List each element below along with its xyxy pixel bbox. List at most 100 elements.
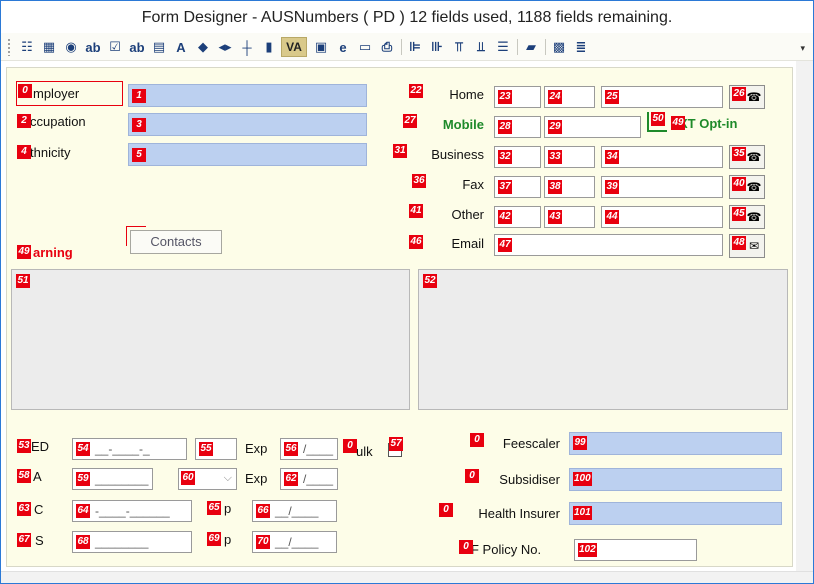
- button-icon[interactable]: ▭: [355, 37, 375, 57]
- warning-label[interactable]: 49 arning: [17, 245, 97, 263]
- toolbar-grip[interactable]: [7, 38, 11, 56]
- label-icon[interactable]: ab: [127, 37, 147, 57]
- tab-order-icon[interactable]: ☰: [493, 37, 513, 57]
- vertical-scrollbar[interactable]: [796, 61, 813, 571]
- other-number-field[interactable]: 43: [544, 206, 595, 228]
- business-phone-label[interactable]: Business: [427, 147, 484, 162]
- home-dial-button[interactable]: 26 ☎: [729, 85, 765, 109]
- shapes-icon[interactable]: ◆: [193, 37, 213, 57]
- home-number-field[interactable]: 24: [544, 86, 595, 108]
- fax-area-code-field[interactable]: 37: [494, 176, 541, 198]
- font-icon[interactable]: A: [171, 37, 191, 57]
- phone-dial-icon: ☎: [746, 210, 762, 224]
- ed-exp-label[interactable]: Exp: [245, 441, 267, 456]
- home-phone-label[interactable]: Home: [427, 87, 484, 102]
- hs-expiry-label[interactable]: 69 p: [207, 532, 231, 547]
- hc-number-field[interactable]: 64 -____-______: [72, 500, 192, 522]
- ed-label[interactable]: 53 ED: [17, 439, 67, 454]
- mobile-area-code-field[interactable]: 28: [494, 116, 541, 138]
- ethnicity-field[interactable]: 5: [128, 143, 367, 166]
- policy-number-field[interactable]: 102: [574, 539, 697, 561]
- hc-expiry-label[interactable]: 65 p: [207, 501, 231, 516]
- business-number-field[interactable]: 33: [544, 146, 595, 168]
- hc-p-tag: 65: [207, 501, 221, 515]
- book-icon[interactable]: ▰: [521, 37, 541, 57]
- hs-expiry-field[interactable]: 70 __/____: [252, 531, 337, 553]
- layout-icon[interactable]: ▩: [549, 37, 569, 57]
- align-right-icon[interactable]: ⊪: [427, 37, 447, 57]
- fax-dial-button[interactable]: 40 ☎: [729, 175, 765, 199]
- subsidiser-field[interactable]: 100: [569, 468, 782, 491]
- business-number-tag: 33: [548, 150, 562, 164]
- memo-left[interactable]: 51: [11, 269, 410, 410]
- va-exp-label[interactable]: Exp: [245, 471, 267, 486]
- fax-extension-field[interactable]: 39: [601, 176, 723, 198]
- occupation-field[interactable]: 3: [128, 113, 367, 136]
- ed-number-field[interactable]: 54 __-____-_: [72, 438, 187, 460]
- memo-right[interactable]: 52: [418, 269, 788, 410]
- hc-label[interactable]: 63 C: [17, 502, 67, 517]
- print-icon[interactable]: ⎙: [377, 37, 397, 57]
- textbox-icon[interactable]: ab: [83, 37, 103, 57]
- policy-number-label[interactable]: 0 F Policy No.: [459, 540, 541, 557]
- form-icon[interactable]: ▤: [149, 37, 169, 57]
- mobile-phone-label[interactable]: Mobile: [427, 117, 484, 132]
- feescaler-label[interactable]: Feescaler: [477, 436, 560, 451]
- va-card-type-select[interactable]: 60 ⌵: [178, 468, 237, 490]
- va-label[interactable]: 58 A: [17, 469, 67, 484]
- design-canvas[interactable]: 0 mployer 1 2 ccupation 3 4 thnicity 5 C…: [6, 67, 793, 567]
- ed-exp-field[interactable]: 56 /____: [280, 438, 338, 460]
- align-bottom-icon[interactable]: ⫫: [471, 37, 491, 57]
- business-extension-field[interactable]: 34: [601, 146, 723, 168]
- fax-number-field[interactable]: 38: [544, 176, 595, 198]
- employer-field[interactable]: 1: [128, 84, 367, 107]
- feescaler-field[interactable]: 99: [569, 432, 782, 455]
- va-exp-field[interactable]: 62 /____: [280, 468, 338, 490]
- mobile-number-field[interactable]: 29: [544, 116, 641, 138]
- business-dial-button[interactable]: 35 ☎: [729, 145, 765, 169]
- ed-irn-field[interactable]: 55: [195, 438, 237, 460]
- home-extension-field[interactable]: 25: [601, 86, 723, 108]
- checkbox-icon[interactable]: ☑: [105, 37, 125, 57]
- email-label[interactable]: Email: [427, 236, 484, 251]
- radio-icon[interactable]: ◉: [61, 37, 81, 57]
- va-number-field[interactable]: 59 ________: [72, 468, 153, 490]
- email-field[interactable]: 47: [494, 234, 723, 256]
- horizontal-scrollbar[interactable]: [1, 571, 813, 583]
- hc-expiry-field[interactable]: 66 __/____: [252, 500, 337, 522]
- spin-icon[interactable]: ◂▸: [215, 37, 235, 57]
- other-phone-label[interactable]: Other: [427, 207, 484, 222]
- other-dial-button[interactable]: 45 ☎: [729, 205, 765, 229]
- home-area-code-field[interactable]: 23: [494, 86, 541, 108]
- ie-icon[interactable]: e: [333, 37, 353, 57]
- business-area-code-field[interactable]: 32: [494, 146, 541, 168]
- chart-icon[interactable]: ▮: [259, 37, 279, 57]
- fax-phone-label[interactable]: Fax: [427, 177, 484, 192]
- other-extension-field[interactable]: 44: [601, 206, 723, 228]
- email-compose-button[interactable]: 48 ✉: [729, 234, 765, 258]
- health-insurer-label[interactable]: Health Insurer: [462, 506, 560, 521]
- bulk-label[interactable]: 0 ulk: [343, 439, 373, 459]
- toolbar-overflow-icon[interactable]: ▾: [800, 43, 805, 54]
- policy-field-tag: 102: [578, 543, 597, 557]
- grid-icon[interactable]: ▦: [39, 37, 59, 57]
- bulk-checkbox[interactable]: 57: [388, 437, 403, 457]
- tree-icon[interactable]: ☷: [17, 37, 37, 57]
- contacts-button[interactable]: Contacts: [130, 230, 222, 254]
- hs-label[interactable]: 67 S: [17, 533, 67, 548]
- other-area-code-field[interactable]: 42: [494, 206, 541, 228]
- employer-label[interactable]: 0 mployer: [16, 81, 123, 106]
- health-insurer-field[interactable]: 101: [569, 502, 782, 525]
- sms-opt-in-checkbox[interactable]: 50 49 XT Opt-in: [647, 112, 738, 134]
- hs-number-field[interactable]: 68 ________: [72, 531, 192, 553]
- image-icon[interactable]: ▣: [311, 37, 331, 57]
- align-left-icon[interactable]: ⊫: [405, 37, 425, 57]
- subsidiser-label[interactable]: Subsidiser: [477, 472, 560, 487]
- line-icon[interactable]: ┼: [237, 37, 257, 57]
- align-top-icon[interactable]: ⫪: [449, 37, 469, 57]
- va-icon[interactable]: VA: [281, 37, 307, 57]
- list-icon[interactable]: ≣: [571, 37, 591, 57]
- ethnicity-label[interactable]: 4 thnicity: [17, 145, 123, 165]
- bulk-label-tag: 0: [343, 439, 357, 453]
- occupation-label[interactable]: 2 ccupation: [17, 114, 123, 134]
